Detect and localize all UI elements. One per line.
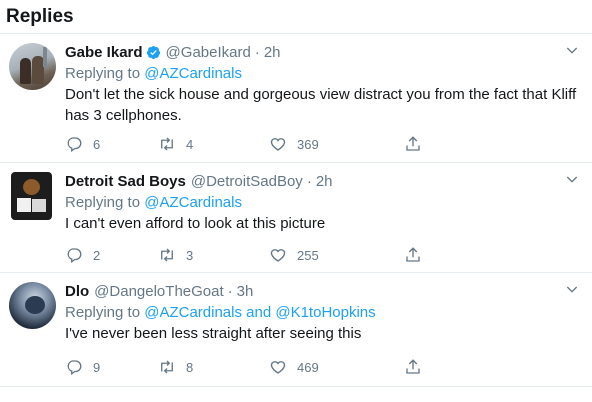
like-count: 469 <box>297 359 319 375</box>
avatar[interactable] <box>11 172 52 220</box>
retweet-icon <box>161 137 173 151</box>
share-icon <box>406 359 420 374</box>
tweet-text: Don't let the sick house and gorgeous vi… <box>65 86 577 124</box>
share-icon <box>406 136 420 151</box>
reply-count: 9 <box>93 359 101 375</box>
tweet-timestamp[interactable]: 2h <box>316 173 333 190</box>
tweet-timestamp[interactable]: 2h <box>264 44 281 61</box>
reply-tweet[interactable]: Gabe Ikard @GabeIkard · 2h Replying to @… <box>0 34 592 163</box>
avatar[interactable] <box>9 282 56 329</box>
heart-icon <box>270 138 286 151</box>
retweet-icon <box>161 248 173 262</box>
like-count: 369 <box>297 136 319 152</box>
mention-link[interactable]: @AZCardinals <box>144 304 242 321</box>
like-count: 255 <box>297 247 319 263</box>
avatar[interactable] <box>9 43 56 90</box>
heart-icon <box>270 361 286 374</box>
reply-button[interactable]: 9 <box>65 357 100 377</box>
reply-count: 2 <box>93 247 101 263</box>
page-title: Replies <box>6 5 74 27</box>
mention-link[interactable]: @K1toHopkins <box>275 304 375 321</box>
retweet-button[interactable]: 3 <box>158 245 193 265</box>
mention-link[interactable]: @AZCardinals <box>144 65 242 82</box>
share-icon <box>406 247 420 262</box>
reply-tweet[interactable]: Detroit Sad Boys @DetroitSadBoy · 2h Rep… <box>0 163 592 273</box>
retweet-count: 4 <box>186 136 194 152</box>
mention-link[interactable]: @AZCardinals <box>144 194 242 211</box>
retweet-icon <box>161 360 173 374</box>
share-button[interactable] <box>404 245 432 265</box>
chevron-down-icon[interactable] <box>564 171 580 187</box>
retweet-count: 3 <box>186 247 194 263</box>
reply-icon <box>67 137 82 153</box>
like-button[interactable]: 255 <box>269 245 319 265</box>
chevron-down-icon[interactable] <box>564 281 580 297</box>
reply-tweet[interactable]: Dlo @DangeloTheGoat · 3h Replying to @AZ… <box>0 273 592 387</box>
like-button[interactable]: 469 <box>269 357 319 377</box>
reply-button[interactable]: 6 <box>65 134 100 154</box>
reply-icon <box>67 248 82 264</box>
reply-count: 6 <box>93 136 101 152</box>
author-name[interactable]: Dlo <box>65 283 89 300</box>
retweet-button[interactable]: 4 <box>158 134 193 154</box>
replies-header: Replies <box>0 0 592 34</box>
heart-icon <box>270 249 286 262</box>
share-button[interactable] <box>404 357 432 377</box>
tweet-text: I can't even afford to look at this pict… <box>65 215 326 232</box>
author-handle[interactable]: @DangeloTheGoat <box>94 283 223 300</box>
retweet-button[interactable]: 8 <box>158 357 193 377</box>
replying-to: Replying to @AZCardinals <box>65 194 242 211</box>
tweet-text: I've never been less straight after seei… <box>65 325 362 342</box>
replying-to: Replying to @AZCardinals and @K1toHopkin… <box>65 304 376 321</box>
retweet-count: 8 <box>186 359 194 375</box>
author-name[interactable]: Gabe Ikard <box>65 44 143 61</box>
like-button[interactable]: 369 <box>269 134 319 154</box>
author-handle[interactable]: @GabeIkard <box>166 44 251 61</box>
replying-to: Replying to @AZCardinals <box>65 65 242 82</box>
author-name[interactable]: Detroit Sad Boys <box>65 173 186 190</box>
tweet-actions: 9 8 469 <box>65 357 495 377</box>
reply-icon <box>67 360 82 376</box>
chevron-down-icon[interactable] <box>564 42 580 58</box>
tweet-actions: 2 3 255 <box>65 245 495 265</box>
verified-badge-icon <box>146 45 160 59</box>
tweet-actions: 6 4 369 <box>65 134 495 154</box>
author-handle[interactable]: @DetroitSadBoy <box>191 173 303 190</box>
share-button[interactable] <box>404 134 432 154</box>
reply-button[interactable]: 2 <box>65 245 100 265</box>
tweet-timestamp[interactable]: 3h <box>237 283 254 300</box>
